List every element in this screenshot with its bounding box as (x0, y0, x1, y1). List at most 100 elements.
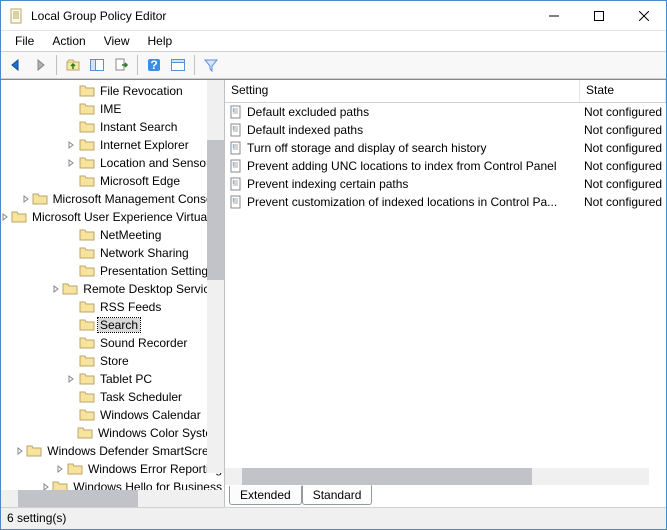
expand-icon[interactable] (65, 355, 77, 367)
folder-icon (11, 210, 27, 224)
tree-item-label: Windows Error Reporting (86, 462, 224, 476)
expand-icon[interactable] (63, 427, 75, 439)
tree-item[interactable]: Remote Desktop Services (1, 280, 224, 298)
help-button[interactable]: ? (143, 54, 165, 76)
expand-icon[interactable] (65, 121, 77, 133)
options-button[interactable] (167, 54, 189, 76)
column-header-setting[interactable]: Setting (225, 80, 580, 102)
tree-item[interactable]: Sound Recorder (1, 334, 224, 352)
cell-setting: Prevent adding UNC locations to index fr… (225, 159, 580, 173)
list-body[interactable]: Default excluded pathsNot configuredDefa… (225, 103, 666, 468)
tree-item[interactable]: Instant Search (1, 118, 224, 136)
close-button[interactable] (621, 1, 666, 30)
expand-icon[interactable] (65, 265, 77, 277)
expand-icon[interactable] (65, 139, 77, 151)
expand-icon[interactable] (16, 445, 24, 457)
tree-item[interactable]: Microsoft Management Console (1, 190, 224, 208)
forward-button[interactable] (29, 54, 51, 76)
tree-item-label: Windows Color System (96, 426, 224, 440)
scrollbar-thumb[interactable] (242, 468, 532, 485)
tabs: Extended Standard (225, 485, 666, 507)
tree-item[interactable]: Presentation Settings (1, 262, 224, 280)
folder-icon (79, 264, 95, 278)
tree-item[interactable]: Location and Sensors (1, 154, 224, 172)
window-title: Local Group Policy Editor (31, 9, 531, 23)
expand-icon[interactable] (65, 103, 77, 115)
expand-icon[interactable] (65, 85, 77, 97)
folder-icon (32, 192, 48, 206)
folder-icon (79, 300, 95, 314)
tree-vscrollbar[interactable] (207, 80, 224, 473)
expand-icon[interactable] (65, 409, 77, 421)
list-row[interactable]: Turn off storage and display of search h… (225, 139, 666, 157)
maximize-button[interactable] (576, 1, 621, 30)
list-row[interactable]: Default indexed pathsNot configured (225, 121, 666, 139)
expand-icon[interactable] (65, 175, 77, 187)
folder-icon (79, 408, 95, 422)
column-header-state[interactable]: State (580, 80, 666, 102)
folder-icon (79, 228, 95, 242)
tree-item[interactable]: Search (1, 316, 224, 334)
tree-item[interactable]: NetMeeting (1, 226, 224, 244)
expand-icon[interactable] (65, 157, 77, 169)
tree-item-label: Windows Hello for Business (71, 480, 224, 490)
folder-icon (77, 426, 93, 440)
expand-icon[interactable] (65, 337, 77, 349)
tree-item[interactable]: Task Scheduler (1, 388, 224, 406)
folder-icon (62, 282, 78, 296)
expand-icon[interactable] (65, 373, 77, 385)
tab-extended[interactable]: Extended (229, 486, 302, 505)
tree-item-label: NetMeeting (98, 228, 163, 242)
expand-icon[interactable] (65, 229, 77, 241)
back-button[interactable] (5, 54, 27, 76)
list-row[interactable]: Prevent customization of indexed locatio… (225, 193, 666, 211)
tree-item[interactable]: Tablet PC (1, 370, 224, 388)
expand-icon[interactable] (55, 463, 65, 475)
filter-button[interactable] (200, 54, 222, 76)
tree-item[interactable]: Windows Color System (1, 424, 224, 442)
tree-item[interactable]: Network Sharing (1, 244, 224, 262)
menu-action[interactable]: Action (44, 32, 93, 50)
tree-item[interactable]: File Revocation (1, 82, 224, 100)
menu-file[interactable]: File (7, 32, 42, 50)
tab-standard[interactable]: Standard (302, 485, 373, 505)
tree[interactable]: File RevocationIMEInstant SearchInternet… (1, 80, 224, 490)
expand-icon[interactable] (65, 247, 77, 259)
policy-icon (229, 195, 243, 209)
folder-icon (79, 102, 95, 116)
show-hide-tree-button[interactable] (86, 54, 108, 76)
tree-item[interactable]: IME (1, 100, 224, 118)
menu-help[interactable]: Help (140, 32, 181, 50)
expand-icon[interactable] (22, 193, 30, 205)
tree-item-label: Windows Defender SmartScreen (45, 444, 224, 458)
minimize-button[interactable] (531, 1, 576, 30)
tree-item-label: Presentation Settings (98, 264, 216, 278)
scrollbar-thumb[interactable] (18, 490, 138, 507)
expand-icon[interactable] (1, 211, 9, 223)
list-hscrollbar[interactable] (225, 468, 649, 485)
tree-item[interactable]: Windows Calendar (1, 406, 224, 424)
expand-icon[interactable] (51, 283, 60, 295)
export-button[interactable] (110, 54, 132, 76)
scrollbar-thumb[interactable] (207, 140, 224, 280)
tree-item[interactable]: RSS Feeds (1, 298, 224, 316)
tree-item[interactable]: Microsoft Edge (1, 172, 224, 190)
tree-item[interactable]: Windows Error Reporting (1, 460, 224, 478)
folder-icon (79, 138, 95, 152)
tree-hscrollbar[interactable] (1, 490, 224, 507)
tree-scroll: File RevocationIMEInstant SearchInternet… (1, 80, 224, 490)
expand-icon[interactable] (65, 391, 77, 403)
expand-icon[interactable] (42, 481, 50, 490)
list-row[interactable]: Default excluded pathsNot configured (225, 103, 666, 121)
up-button[interactable] (62, 54, 84, 76)
expand-icon[interactable] (65, 319, 77, 331)
tree-item[interactable]: Microsoft User Experience Virtualization (1, 208, 224, 226)
tree-item[interactable]: Internet Explorer (1, 136, 224, 154)
menu-view[interactable]: View (96, 32, 138, 50)
tree-item[interactable]: Store (1, 352, 224, 370)
tree-item[interactable]: Windows Hello for Business (1, 478, 224, 490)
expand-icon[interactable] (65, 301, 77, 313)
list-row[interactable]: Prevent adding UNC locations to index fr… (225, 157, 666, 175)
list-row[interactable]: Prevent indexing certain pathsNot config… (225, 175, 666, 193)
tree-item[interactable]: Windows Defender SmartScreen (1, 442, 224, 460)
